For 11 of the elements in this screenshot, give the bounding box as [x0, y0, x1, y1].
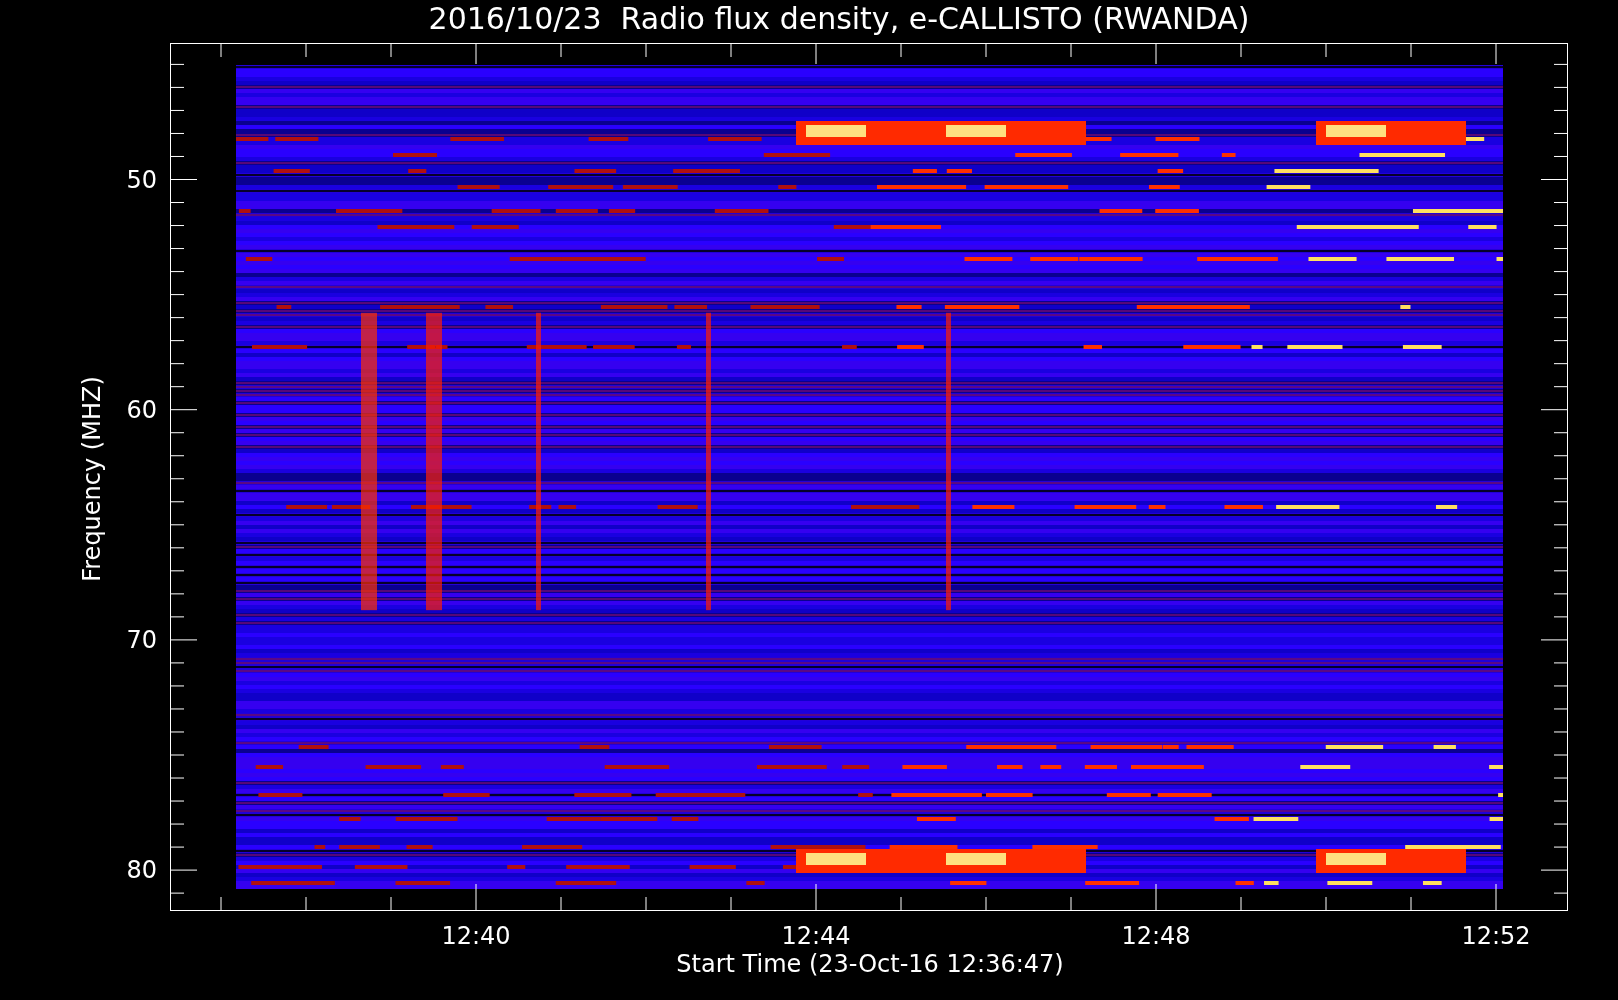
y-tick-label: 50 [125, 165, 157, 194]
y-tick-label: 80 [125, 856, 157, 885]
x-axis-label: Start Time (23-Oct-16 12:36:47) [675, 950, 1065, 978]
chart-title: 2016/10/23 Radio flux density, e-CALLISTO (RWANDA) [428, 0, 1250, 38]
x-tick-label: 12:48 [1120, 922, 1192, 950]
x-tick-label: 12:40 [440, 922, 512, 950]
x-tick-label: 12:52 [1460, 922, 1532, 950]
y-axis-label: Frequency (MHZ) [78, 375, 106, 584]
y-tick-label: 60 [125, 395, 157, 424]
y-tick-label: 70 [125, 625, 157, 654]
x-tick-label: 12:44 [780, 922, 852, 950]
